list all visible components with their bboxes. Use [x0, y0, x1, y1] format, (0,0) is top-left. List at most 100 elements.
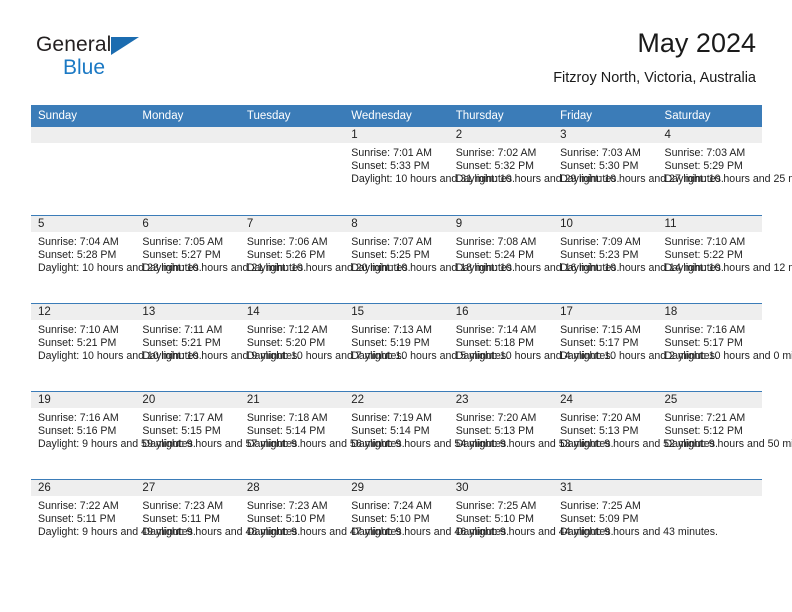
calendar-day-cell[interactable]: 20 Sunrise: 7:17 AM Sunset: 5:15 PM Dayligh… — [135, 390, 300, 479]
day-details: Sunrise: 7:12 AM Sunset: 5:20 PM Daylight:… — [240, 320, 405, 364]
day-details: Sunrise: 7:05 AM Sunset: 5:27 PM Daylight:… — [135, 232, 306, 276]
page-subtitle: Fitzroy North, Victoria, Australia — [553, 70, 756, 87]
day-details: Sunrise: 7:16 AM Sunset: 5:16 PM Daylight:… — [31, 408, 196, 452]
calendar-cell-empty — [31, 127, 136, 215]
day-number: 8 — [344, 215, 449, 232]
calendar-day-cell[interactable]: 11 Sunrise: 7:10 AM Sunset: 5:22 PM Dayligh… — [657, 214, 792, 303]
calendar-day-cell[interactable]: 18 Sunrise: 7:16 AM Sunset: 5:17 PM Dayligh… — [657, 302, 792, 391]
weekday-header-tuesday: Tuesday — [239, 105, 345, 127]
day-number: 30 — [448, 479, 554, 496]
sunset-text: Sunset: 5:23 PM — [560, 248, 639, 261]
weekday-header-thursday: Thursday — [448, 105, 554, 127]
day-number: 16 — [448, 303, 554, 320]
calendar-day-cell[interactable]: 6 Sunrise: 7:05 AM Sunset: 5:27 PM Daylight… — [135, 214, 306, 303]
calendar-day-cell[interactable]: 26 Sunrise: 7:22 AM Sunset: 5:11 PM Dayligh… — [31, 478, 196, 567]
day-details: Sunrise: 7:07 AM Sunset: 5:25 PM Daylight:… — [344, 232, 515, 276]
day-number: 23 — [448, 391, 554, 408]
day-details: Sunrise: 7:15 AM Sunset: 5:17 PM Daylight:… — [553, 320, 718, 364]
calendar-day-cell[interactable]: 27 Sunrise: 7:23 AM Sunset: 5:11 PM Dayligh… — [135, 478, 300, 567]
calendar-day-cell[interactable]: 1 Sunrise: 7:01 AM Sunset: 5:33 PM Daylight… — [344, 127, 515, 215]
sunset-text: Sunset: 5:13 PM — [455, 424, 535, 437]
calendar-day-cell[interactable]: 23 Sunrise: 7:20 AM Sunset: 5:13 PM Dayligh… — [448, 390, 614, 479]
day-number: 31 — [553, 479, 658, 496]
sunrise-text: Sunrise: 7:04 AM — [38, 235, 119, 248]
sunrise-text: Sunrise: 7:01 AM — [351, 147, 432, 159]
daylight-text: Daylight: 9 hours and 50 minutes. — [664, 437, 792, 450]
general-blue-logo[interactable]: General Blue — [36, 28, 156, 84]
day-details: Sunrise: 7:25 AM Sunset: 5:09 PM Daylight:… — [553, 496, 718, 540]
calendar-day-cell[interactable]: 17 Sunrise: 7:15 AM Sunset: 5:17 PM Dayligh… — [553, 302, 718, 391]
daylight-text: Daylight: 10 hours and 20 minutes. — [246, 261, 411, 274]
month-calendar: Sunday Monday Tuesday Wednesday Thursday Frid… — [31, 105, 792, 567]
day-details: Sunrise: 7:20 AM Sunset: 5:13 PM Daylight:… — [553, 408, 718, 452]
calendar-day-cell[interactable]: 16 Sunrise: 7:14 AM Sunset: 5:18 PM Dayligh… — [448, 302, 614, 391]
calendar-day-cell[interactable]: 7 Sunrise: 7:06 AM Sunset: 5:26 PM Daylight… — [239, 214, 411, 303]
day-number: 3 — [553, 127, 658, 143]
triangle-icon — [111, 37, 139, 55]
calendar-day-cell[interactable]: 21 Sunrise: 7:18 AM Sunset: 5:14 PM Dayligh… — [239, 390, 405, 479]
day-number: 21 — [239, 391, 345, 408]
daylight-text: Daylight: 9 hours and 54 minutes. — [351, 437, 510, 450]
sunrise-text: Sunrise: 7:02 AM — [455, 147, 537, 159]
day-number: 4 — [657, 127, 762, 143]
sunrise-text: Sunrise: 7:07 AM — [351, 235, 432, 248]
calendar-day-cell[interactable]: 30 Sunrise: 7:25 AM Sunset: 5:10 PM Dayligh… — [448, 478, 614, 567]
sunrise-text: Sunrise: 7:20 AM — [455, 411, 537, 424]
calendar-day-cell[interactable]: 2 Sunrise: 7:02 AM Sunset: 5:32 PM Daylight… — [448, 127, 619, 215]
day-details: Sunrise: 7:03 AM Sunset: 5:30 PM Daylight:… — [553, 143, 724, 187]
sunrise-text: Sunrise: 7:08 AM — [455, 235, 537, 248]
calendar-day-cell[interactable]: 24 Sunrise: 7:20 AM Sunset: 5:13 PM Dayligh… — [553, 390, 718, 479]
daylight-text: Daylight: 9 hours and 49 minutes. — [38, 525, 196, 538]
sunrise-text: Sunrise: 7:05 AM — [142, 235, 224, 248]
daylight-text: Daylight: 10 hours and 12 minutes. — [664, 261, 792, 274]
sunrise-text: Sunrise: 7:18 AM — [246, 411, 328, 424]
day-details: Sunrise: 7:11 AM Sunset: 5:21 PM Daylight:… — [135, 320, 300, 364]
calendar-day-cell[interactable]: 10 Sunrise: 7:09 AM Sunset: 5:23 PM Dayligh… — [553, 214, 724, 303]
day-details: Sunrise: 7:18 AM Sunset: 5:14 PM Daylight:… — [240, 408, 405, 452]
calendar-day-cell[interactable]: 19 Sunrise: 7:16 AM Sunset: 5:16 PM Dayligh… — [31, 390, 196, 479]
calendar-day-cell[interactable]: 28 Sunrise: 7:23 AM Sunset: 5:10 PM Dayligh… — [239, 478, 405, 567]
sunset-text: Sunset: 5:24 PM — [455, 248, 535, 261]
calendar-day-cell[interactable]: 9 Sunrise: 7:08 AM Sunset: 5:24 PM Daylight… — [448, 214, 619, 303]
calendar-day-cell[interactable]: 22 Sunrise: 7:19 AM Sunset: 5:14 PM Dayligh… — [344, 390, 510, 479]
day-number: 19 — [31, 391, 136, 408]
day-number: 17 — [553, 303, 658, 320]
day-number: 18 — [657, 303, 762, 320]
day-number: 15 — [344, 303, 449, 320]
calendar-day-cell[interactable]: 5 Sunrise: 7:04 AM Sunset: 5:28 PM Daylight… — [31, 214, 202, 303]
day-number: 14 — [239, 303, 345, 320]
sunrise-text: Sunrise: 7:10 AM — [664, 235, 746, 248]
day-number: 6 — [135, 215, 240, 232]
sunset-text: Sunset: 5:29 PM — [664, 160, 743, 173]
day-number: 27 — [135, 479, 240, 496]
calendar-day-cell[interactable]: 14 Sunrise: 7:12 AM Sunset: 5:20 PM Dayligh… — [239, 302, 405, 391]
daylight-text: Daylight: 10 hours and 7 minutes. — [246, 349, 405, 362]
calendar-week-row: 1 Sunrise: 7:01 AM Sunset: 5:33 PM Daylight… — [31, 127, 792, 215]
calendar-day-cell[interactable]: 8 Sunrise: 7:07 AM Sunset: 5:25 PM Daylight… — [344, 214, 515, 303]
calendar-day-cell[interactable]: 31 Sunrise: 7:25 AM Sunset: 5:09 PM Dayligh… — [553, 478, 718, 567]
calendar-day-cell[interactable]: 15 Sunrise: 7:13 AM Sunset: 5:19 PM Dayligh… — [344, 302, 510, 391]
daylight-text: Daylight: 10 hours and 31 minutes. — [351, 173, 515, 186]
calendar-day-cell[interactable]: 4 Sunrise: 7:03 AM Sunset: 5:29 PM Daylight… — [657, 127, 792, 215]
day-number: 13 — [135, 303, 240, 320]
logo-text-blue: Blue — [63, 56, 106, 79]
weekday-header-row: Sunday Monday Tuesday Wednesday Thursday Frid… — [31, 105, 762, 127]
weekday-header-monday: Monday — [135, 105, 240, 127]
calendar-day-cell[interactable]: 25 Sunrise: 7:21 AM Sunset: 5:12 PM Dayligh… — [657, 390, 792, 479]
calendar-day-cell[interactable]: 12 Sunrise: 7:10 AM Sunset: 5:21 PM Dayligh… — [31, 302, 202, 391]
sunset-text: Sunset: 5:28 PM — [38, 248, 117, 261]
sunrise-text: Sunrise: 7:24 AM — [351, 499, 432, 512]
day-details: Sunrise: 7:04 AM Sunset: 5:28 PM Daylight:… — [31, 232, 202, 276]
sunset-text: Sunset: 5:19 PM — [351, 336, 430, 349]
calendar-day-cell[interactable]: 13 Sunrise: 7:11 AM Sunset: 5:21 PM Dayligh… — [135, 302, 300, 391]
calendar-day-cell[interactable]: 29 Sunrise: 7:24 AM Sunset: 5:10 PM Dayligh… — [344, 478, 509, 567]
sunset-text: Sunset: 5:22 PM — [664, 248, 743, 261]
daylight-text: Daylight: 10 hours and 5 minutes. — [351, 349, 510, 362]
sunset-text: Sunset: 5:10 PM — [351, 512, 430, 525]
calendar-day-cell[interactable]: 3 Sunrise: 7:03 AM Sunset: 5:30 PM Daylight… — [553, 127, 724, 215]
daylight-text: Daylight: 10 hours and 10 minutes. — [38, 349, 202, 362]
daylight-text: Daylight: 10 hours and 2 minutes. — [560, 349, 718, 362]
sunrise-text: Sunrise: 7:25 AM — [455, 499, 537, 512]
sunrise-text: Sunrise: 7:25 AM — [560, 499, 641, 512]
sunset-text: Sunset: 5:30 PM — [560, 160, 639, 173]
